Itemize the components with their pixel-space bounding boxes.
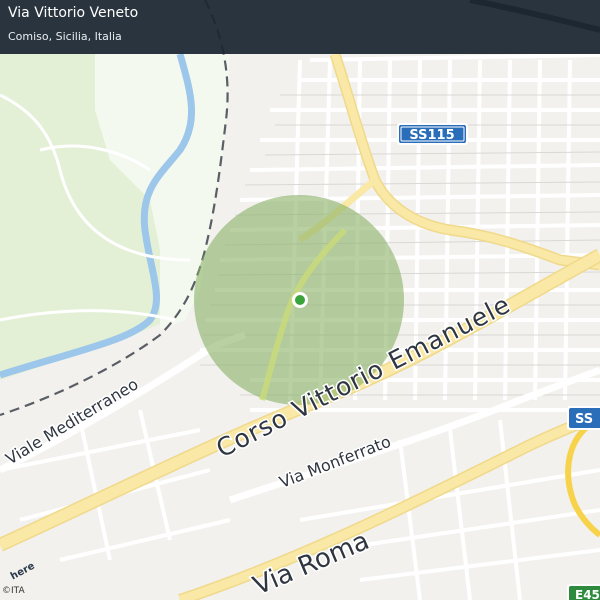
shield-ss115: SS115 — [397, 123, 468, 145]
shield-e45: E45 — [567, 584, 600, 600]
shield-ss-right: SS — [567, 406, 600, 430]
location-dot[interactable] — [295, 295, 305, 305]
location-header: Via Vittorio Veneto Comiso, Sicilia, Ita… — [0, 0, 600, 54]
svg-text:E45: E45 — [575, 588, 600, 600]
location-subtitle: Comiso, Sicilia, Italia — [8, 30, 122, 43]
svg-text:SS115: SS115 — [409, 128, 454, 143]
map-canvas[interactable]: Corso Vittorio Emanuele Viale Mediterran… — [0, 0, 600, 600]
location-title: Via Vittorio Veneto — [8, 5, 139, 21]
svg-text:SS: SS — [575, 412, 593, 427]
copyright-text: ©ITA — [2, 586, 25, 596]
